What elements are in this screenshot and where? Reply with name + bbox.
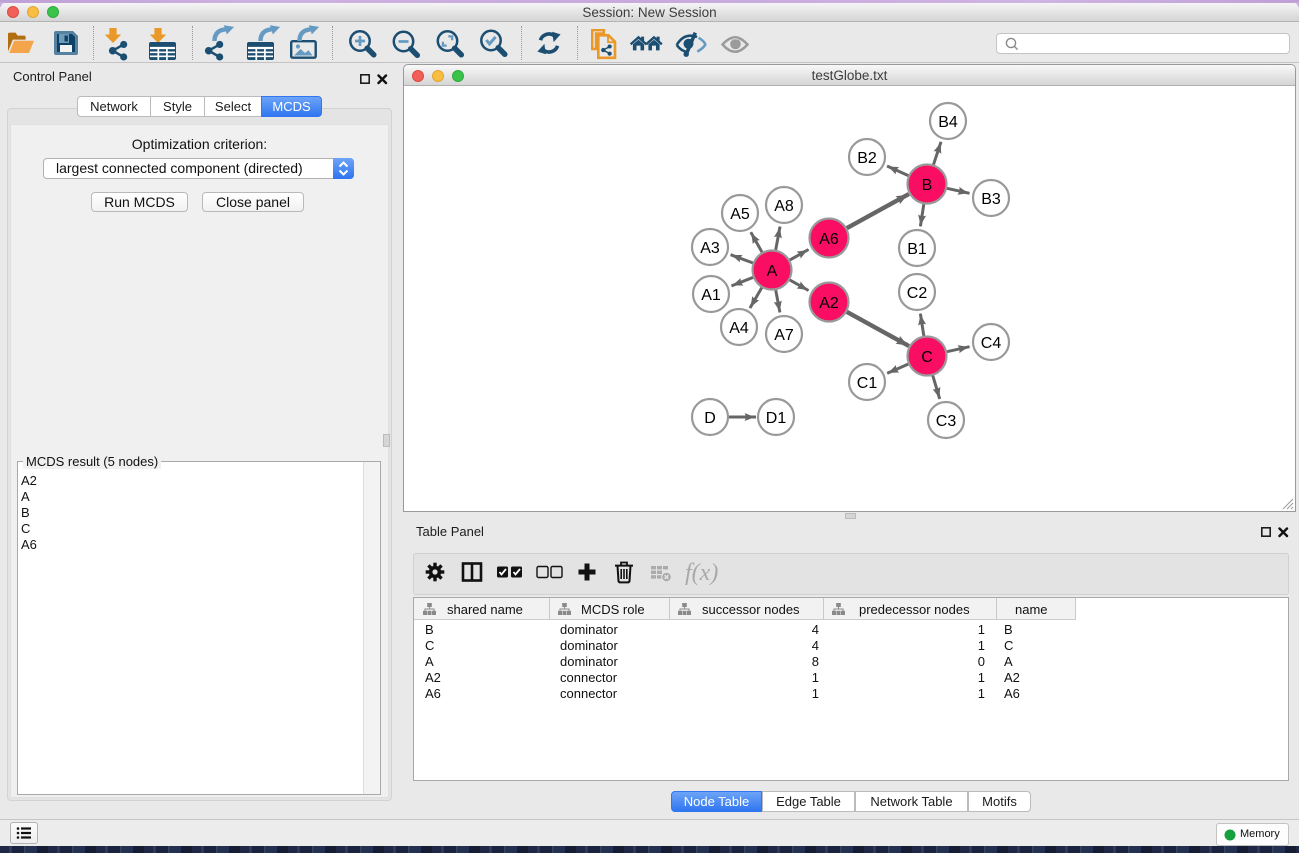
svg-text:A6: A6 [819,231,839,248]
svg-text:A7: A7 [774,327,794,344]
svg-text:A2: A2 [819,295,839,312]
svg-text:A1: A1 [701,287,721,304]
svg-text:B1: B1 [907,241,927,258]
svg-text:A5: A5 [730,206,750,223]
svg-text:f(x): f(x) [685,560,718,586]
svg-text:C1: C1 [857,375,878,392]
svg-text:D1: D1 [766,410,787,427]
svg-text:C3: C3 [936,413,957,430]
svg-text:B4: B4 [938,114,958,131]
svg-text:C4: C4 [981,335,1002,352]
svg-text:B2: B2 [857,150,877,167]
svg-text:C: C [921,349,933,366]
svg-text:A: A [767,263,778,280]
svg-text:A8: A8 [774,198,794,215]
svg-text:A3: A3 [700,240,720,257]
svg-text:D: D [704,410,716,427]
svg-text:B3: B3 [981,191,1001,208]
svg-text:B: B [922,177,933,194]
svg-text:C2: C2 [907,285,928,302]
svg-text:A4: A4 [729,320,749,337]
